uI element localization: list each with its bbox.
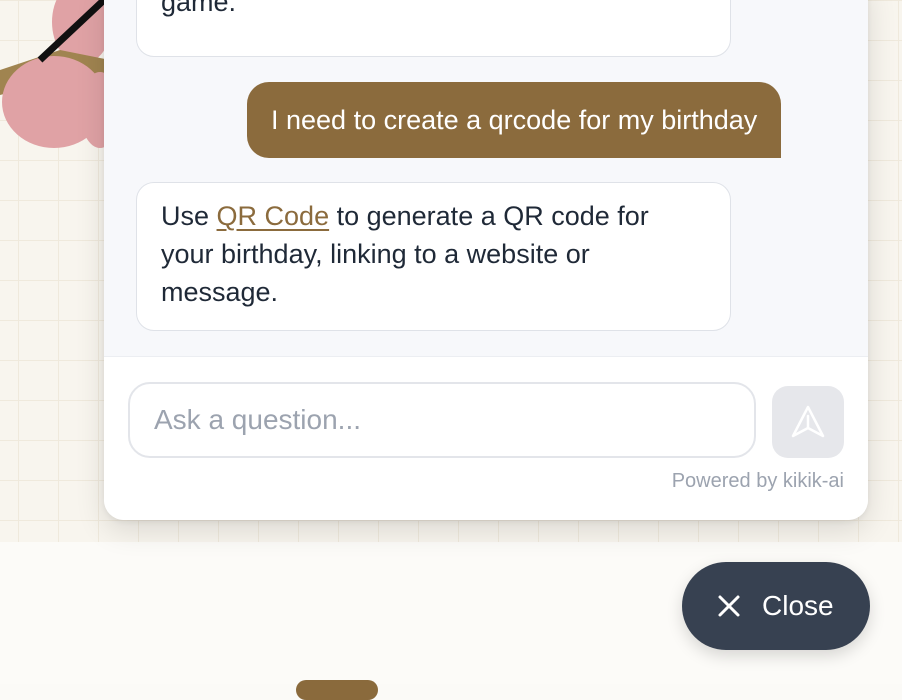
user-message: I need to create a qrcode for my birthda… xyxy=(247,82,782,158)
input-area: Powered by kikik-ai xyxy=(104,357,868,520)
qr-code-link[interactable]: QR Code xyxy=(217,201,330,231)
bot-message: game. xyxy=(136,0,731,57)
message-text: game. xyxy=(161,0,237,17)
message-text: I need to create a qrcode for my birthda… xyxy=(271,105,758,135)
powered-by-label: Powered by kikik-ai xyxy=(671,470,844,492)
close-label: Close xyxy=(762,590,834,621)
send-icon xyxy=(791,405,825,438)
close-icon xyxy=(718,595,740,617)
question-input[interactable] xyxy=(128,382,756,458)
message-list: game. I need to create a qrcode for my b… xyxy=(104,0,868,357)
message-text-pre: Use xyxy=(161,201,217,231)
send-button[interactable] xyxy=(772,386,844,458)
background-illustration xyxy=(0,0,110,148)
close-button[interactable]: Close xyxy=(682,562,870,650)
bot-message: Use QR Code to generate a QR code for yo… xyxy=(136,182,731,331)
chat-panel: game. I need to create a qrcode for my b… xyxy=(104,0,868,520)
background-pill xyxy=(296,680,378,700)
